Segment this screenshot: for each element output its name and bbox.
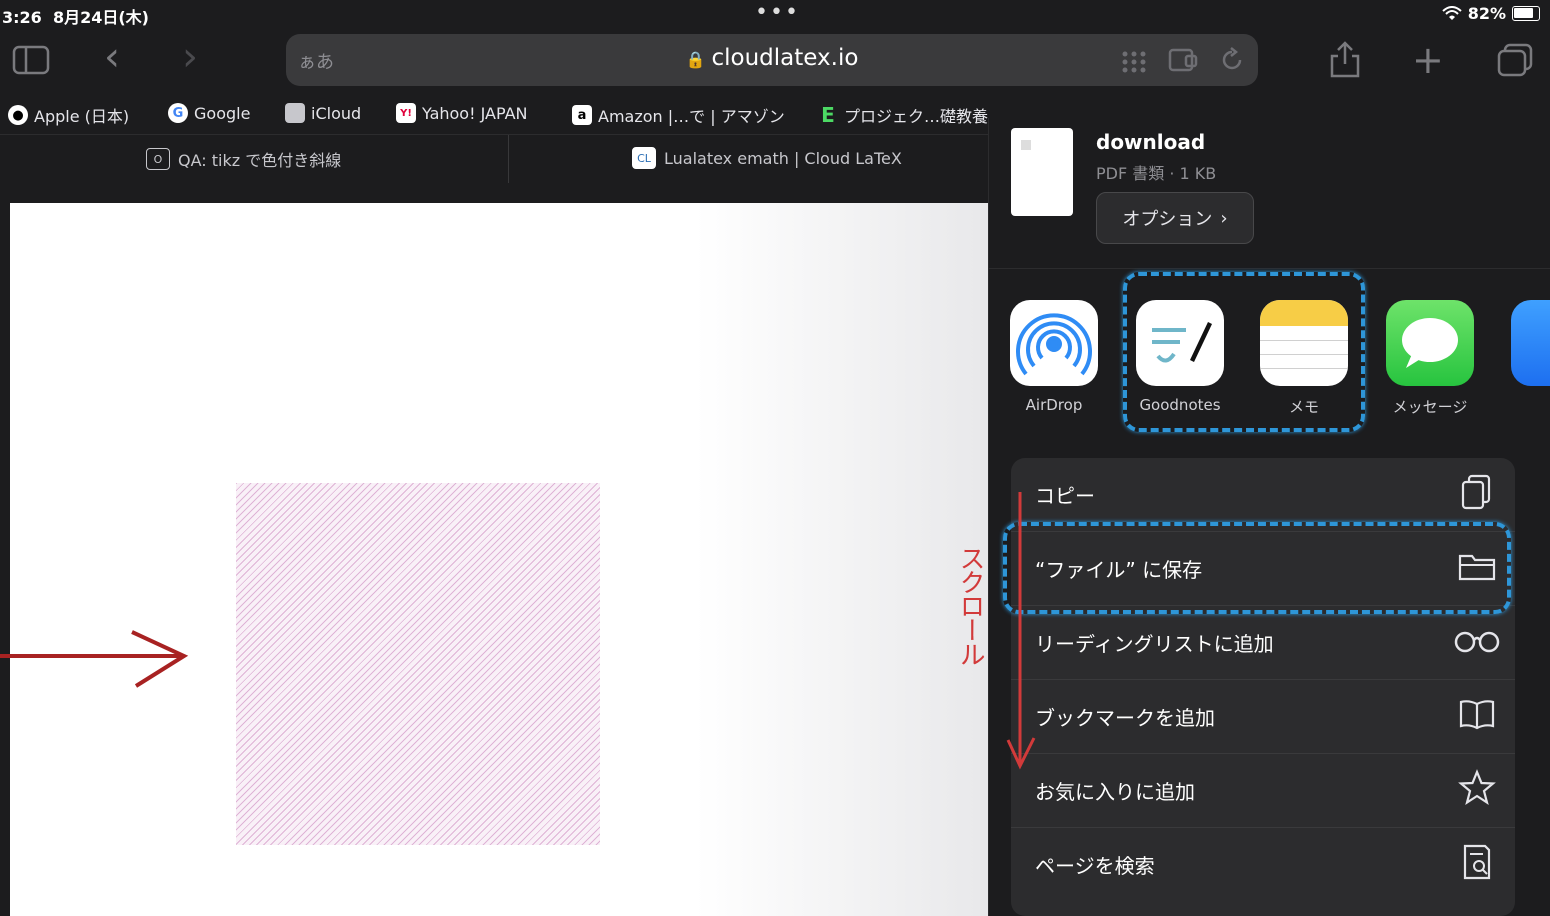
action-copy[interactable]: コピー (1011, 458, 1515, 532)
wifi-icon (1442, 5, 1462, 20)
translate-icon[interactable] (1168, 46, 1200, 74)
bookmark-yahoo[interactable]: Y! Yahoo! JAPAN (396, 103, 528, 123)
status-bar: 3:26 8月24日(木) ••• 82% (0, 0, 1550, 28)
document-meta: PDF 書類 · 1 KB (1096, 164, 1217, 183)
find-on-page-icon (1463, 844, 1491, 880)
yahoo-icon: Y! (396, 103, 416, 123)
chevron-right-icon: › (1220, 207, 1228, 229)
app-messages[interactable]: メッセージ (1385, 300, 1475, 417)
tabs-overview-icon[interactable] (1496, 42, 1534, 78)
copy-icon (1461, 474, 1491, 510)
tab-bar: O QA: tikz で色付き斜線 CL Lualatex emath | Clou… (0, 134, 990, 183)
red-arrow-annotation (0, 630, 189, 688)
action-find-on-page[interactable]: ページを検索 (1011, 828, 1515, 901)
scroll-annotation-text: スクロール (955, 545, 985, 665)
url-display[interactable]: 🔒 cloudlatex.io (286, 45, 1258, 71)
sheet-divider (989, 268, 1550, 269)
mail-icon (1511, 300, 1550, 386)
tab-qa-tikz[interactable]: O QA: tikz で色付き斜線 (146, 147, 341, 171)
app-mail-partial[interactable] (1511, 300, 1550, 386)
hatched-square (236, 483, 600, 845)
action-add-bookmark[interactable]: ブックマークを追加 (1011, 680, 1515, 754)
back-icon[interactable]: ‹ (104, 34, 120, 80)
action-reading-list[interactable]: リーディングリストに追加 (1011, 606, 1515, 680)
status-right: 82% (1442, 4, 1540, 23)
options-button[interactable]: オプション › (1096, 192, 1254, 244)
tab-separator (508, 135, 509, 183)
star-icon (1458, 769, 1496, 805)
airdrop-icon (1010, 300, 1098, 386)
google-icon: G (168, 103, 188, 123)
share-sheet: download PDF 書類 · 1 KB オプション › AirDrop Go… (988, 118, 1550, 916)
scroll-down-arrow-annotation (1006, 492, 1036, 770)
new-tab-icon[interactable]: + (1412, 38, 1444, 82)
app-label: メッセージ (1392, 398, 1468, 416)
cloudlatex-icon: CL (632, 147, 656, 169)
browser-toolbar: ‹ › ぁあ 🔒 cloudlatex.io + (0, 28, 1550, 94)
qa-icon: O (146, 148, 170, 170)
glasses-icon (1454, 631, 1500, 653)
sidebar-icon[interactable] (12, 44, 52, 76)
app-label: AirDrop (1025, 396, 1083, 414)
document-name: download (1096, 130, 1206, 154)
multitask-dots[interactable]: ••• (755, 0, 800, 25)
share-icon[interactable] (1328, 40, 1362, 80)
app-airdrop[interactable]: AirDrop (1009, 300, 1099, 414)
bookmark-icloud[interactable]: iCloud (285, 103, 361, 123)
web-content[interactable] (0, 183, 990, 916)
action-add-favorite[interactable]: お気に入りに追加 (1011, 754, 1515, 828)
save-files-highlight-annotation (1003, 522, 1511, 614)
document-thumbnail (1011, 128, 1073, 216)
battery-percent: 82% (1467, 4, 1506, 23)
reload-icon[interactable] (1218, 46, 1246, 74)
amazon-icon: a (572, 105, 592, 125)
e-icon: E (821, 103, 835, 127)
forward-icon[interactable]: › (182, 34, 198, 80)
extensions-icon[interactable] (1120, 50, 1150, 74)
status-time-date: 3:26 8月24日(木) (2, 8, 149, 27)
apps-highlight-annotation (1123, 272, 1365, 432)
book-icon (1459, 700, 1495, 730)
bookmark-apple[interactable]: ● Apple (日本) (8, 103, 129, 127)
apple-icon: ● (8, 105, 28, 125)
lock-icon: 🔒 (685, 50, 706, 69)
battery-icon (1512, 6, 1540, 21)
messages-icon (1386, 300, 1474, 386)
icloud-icon (285, 103, 305, 123)
bookmark-google[interactable]: G Google (168, 103, 250, 123)
pdf-page[interactable] (10, 203, 990, 916)
tab-cloudlatex[interactable]: CL Lualatex emath | Cloud LaTeX (632, 147, 902, 169)
bookmark-project[interactable]: E プロジェク…礎教養 (818, 103, 988, 127)
address-bar[interactable]: ぁあ 🔒 cloudlatex.io (286, 34, 1258, 86)
bookmark-amazon[interactable]: a Amazon |…で | アマゾン (572, 103, 785, 127)
